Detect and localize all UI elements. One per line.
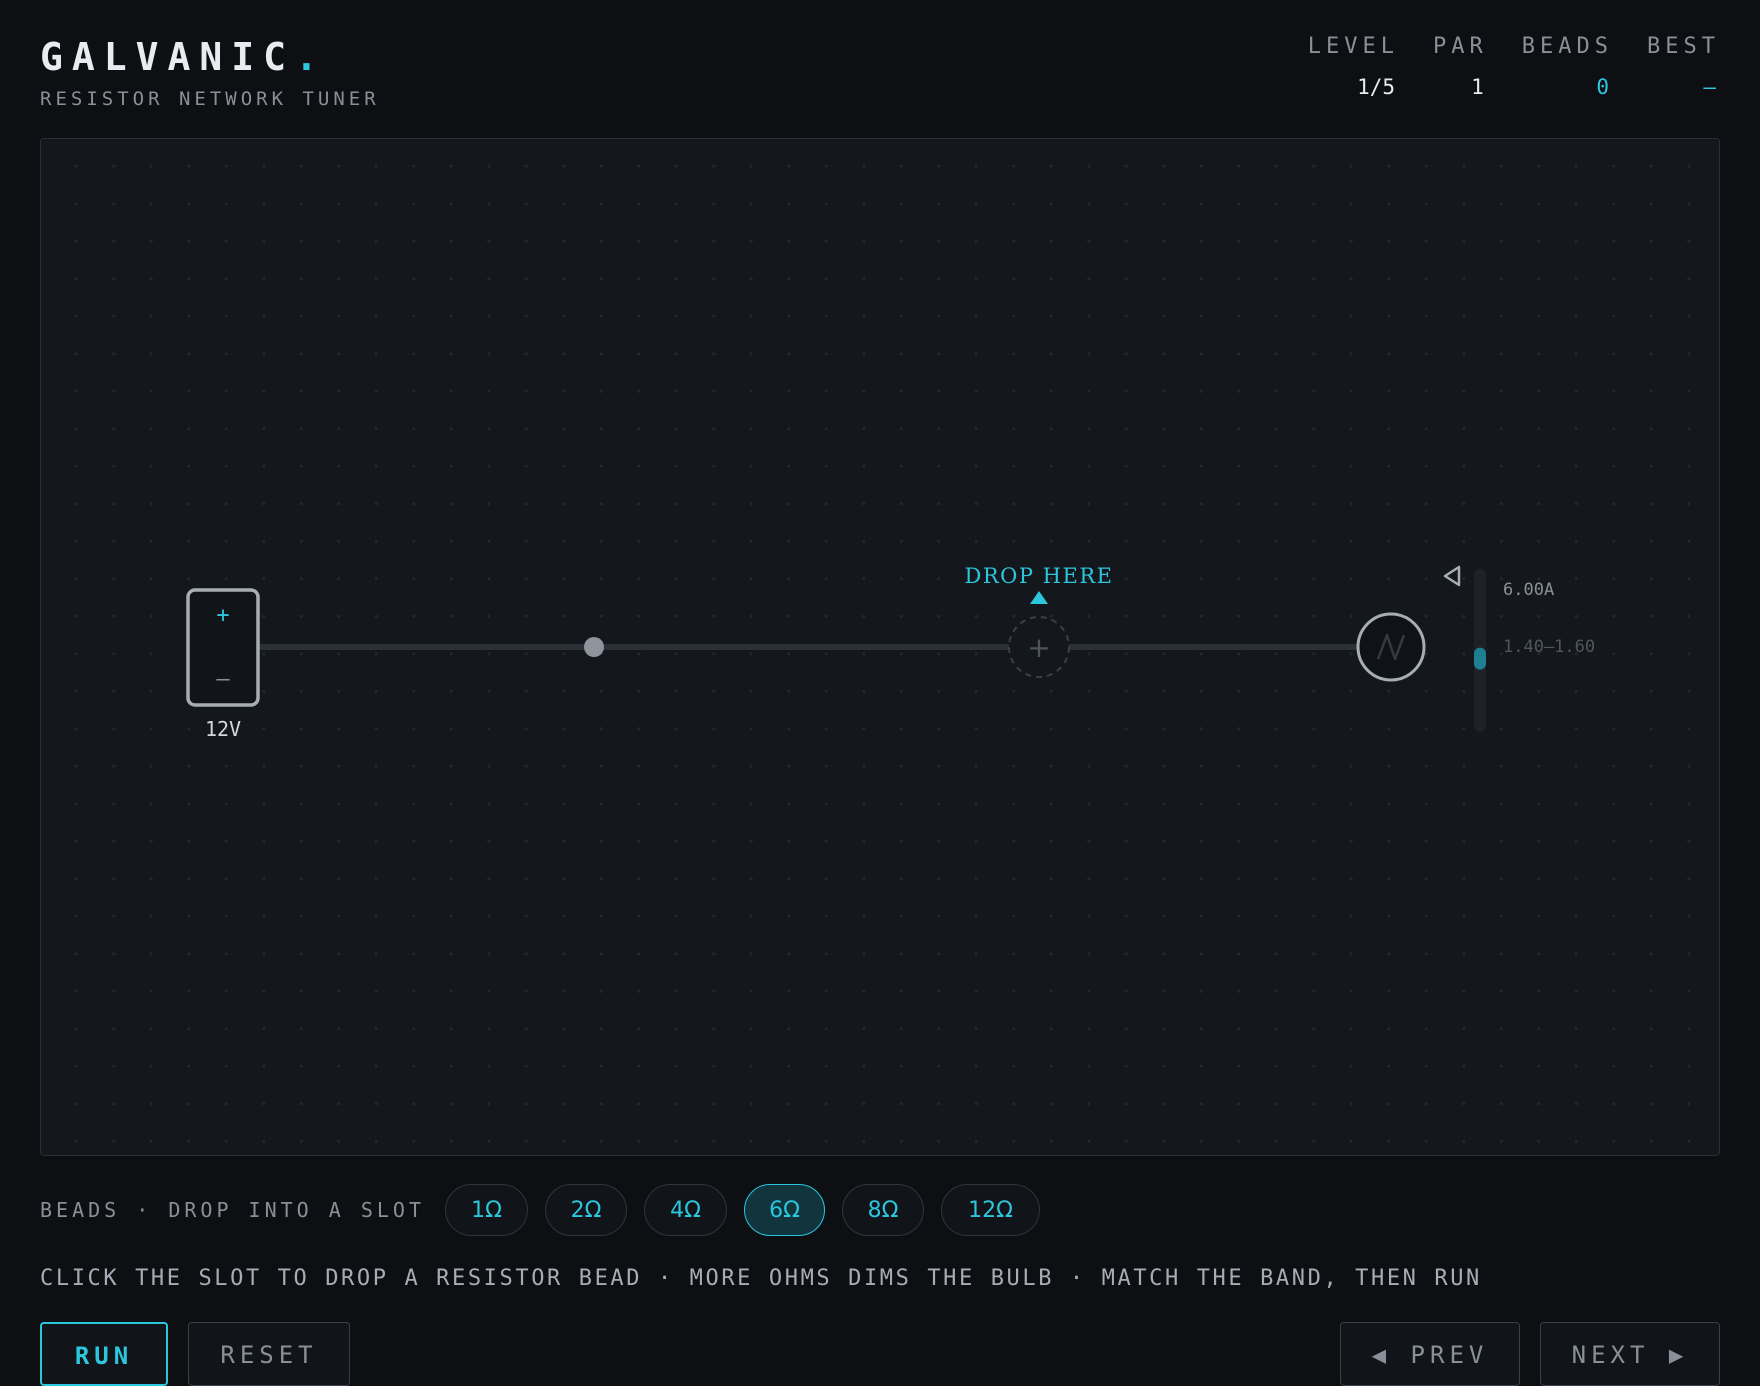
app-title-dot: . [295,35,327,79]
bulb-icon [1356,612,1426,682]
bead-6-ohm[interactable]: 6Ω [743,1184,825,1236]
meter-pointer-icon [1443,565,1461,587]
drop-here-label: DROP HERE [965,564,1114,588]
bead-4-ohm[interactable]: 4Ω [643,1184,727,1236]
bead-label: 2Ω [570,1197,602,1223]
bead-label: 1Ω [471,1197,502,1223]
stat-par: PAR 1 [1433,34,1488,99]
bead-palette-label: BEADS · DROP INTO A SLOT [40,1198,425,1222]
stats-panel: LEVEL 1/5 PAR 1 BEADS 0 BEST – [1308,34,1720,99]
meter-target-band: 1.40–1.60 [1503,637,1595,657]
battery-minus-terminal: – [216,667,230,692]
battery-plus-terminal: + [216,603,229,628]
bead-label: 4Ω [670,1197,701,1223]
bead-palette: BEADS · DROP INTO A SLOT 1Ω 2Ω 4Ω 6Ω 8Ω … [40,1184,1057,1236]
battery-voltage-label: 12V [205,717,241,741]
stat-par-value: 1 [1471,75,1484,99]
prev-level-button[interactable]: ◀ PREV [1340,1322,1520,1386]
current-meter-level [1474,647,1486,670]
bead-2-ohm[interactable]: 2Ω [544,1184,627,1236]
bead-label: 8Ω [867,1197,899,1223]
app-title: GALVANIC. [40,34,380,80]
stat-beads-value: 0 [1596,75,1610,99]
next-level-button[interactable]: NEXT ▶ [1540,1322,1720,1386]
stat-best-value: – [1703,75,1716,99]
resistor-slot[interactable]: + [1008,616,1070,678]
instructions-text: CLICK THE SLOT TO DROP A RESISTOR BEAD ·… [40,1266,1482,1291]
stat-beads: BEADS 0 [1522,34,1613,99]
stat-best: BEST – [1647,34,1720,99]
bead-1-ohm[interactable]: 1Ω [444,1184,528,1236]
battery: + – [186,588,260,707]
reset-button[interactable]: RESET [188,1322,350,1386]
meter-current-readout: 6.00A [1503,580,1554,600]
stat-best-label: BEST [1647,34,1720,59]
app-subtitle: RESISTOR NETWORK TUNER [40,88,380,110]
brand: GALVANIC. RESISTOR NETWORK TUNER [40,34,380,110]
junction-node [584,637,604,657]
run-button[interactable]: RUN [40,1322,168,1386]
stat-level-label: LEVEL [1307,34,1400,59]
stat-par-label: PAR [1433,34,1488,59]
stat-beads-label: BEADS [1521,34,1614,59]
drop-arrow-icon [1030,591,1048,604]
bead-8-ohm[interactable]: 8Ω [841,1184,924,1236]
bead-label: 12Ω [968,1197,1013,1223]
stat-level-value: 1/5 [1357,75,1396,99]
bead-label: 6Ω [769,1197,800,1223]
app-title-text: GALVANIC [40,35,296,79]
circuit-canvas: + – 12V DROP HERE + 6.00A 1.40–1.60 [186,564,1595,741]
circuit-board: + – 12V DROP HERE + 6.00A 1.40–1.60 [40,138,1720,1156]
bead-12-ohm[interactable]: 12Ω [940,1184,1040,1236]
slot-plus-icon: + [1027,631,1050,664]
stat-level: LEVEL 1/5 [1308,34,1399,99]
